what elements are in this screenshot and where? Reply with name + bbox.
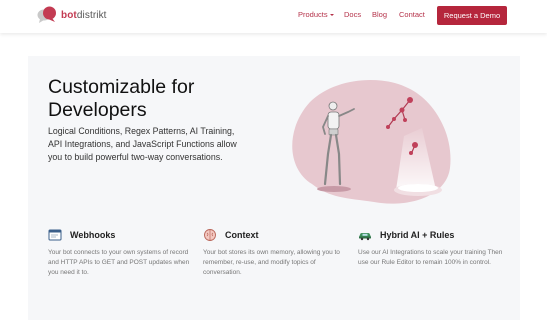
nav-products-label: Products	[298, 10, 328, 19]
brand-name-rest: distrikt	[76, 9, 107, 21]
nav-contact-link[interactable]: Contact	[399, 10, 425, 19]
browser-window-icon	[48, 228, 62, 242]
request-demo-button[interactable]: Request a Demo	[437, 6, 507, 25]
feature-context: Context Your bot stores its own memory, …	[203, 228, 353, 277]
hero-title-line2: Developers	[48, 99, 147, 121]
navbar: botdistrikt Products Docs Blog Contact R…	[0, 0, 547, 33]
feature-hybrid-ai-header: Hybrid AI + Rules	[358, 228, 508, 242]
feature-webhooks: Webhooks Your bot connects to your own s…	[48, 228, 198, 277]
feature-title: Hybrid AI + Rules	[380, 230, 455, 240]
feature-context-header: Context	[203, 228, 353, 242]
feature-description: Use our AI Integrations to scale your tr…	[358, 249, 503, 266]
brain-icon	[203, 228, 217, 242]
nav-products-dropdown[interactable]: Products	[298, 10, 334, 19]
hero-title-line1: Customizable for	[48, 76, 195, 98]
brand-name: botdistrikt	[61, 10, 107, 21]
feature-description: Your bot connects to your own systems of…	[48, 249, 190, 276]
hero-description: Logical Conditions, Regex Patterns, AI T…	[48, 126, 237, 163]
robot-platform-illustration	[292, 79, 451, 204]
logo-link[interactable]: botdistrikt	[36, 6, 107, 24]
feature-description: Your bot stores its own memory, allowing…	[203, 249, 340, 276]
feature-webhooks-header: Webhooks	[48, 228, 198, 242]
feature-title: Webhooks	[70, 230, 116, 240]
nav-docs-link[interactable]: Docs	[344, 10, 361, 19]
caret-down-icon	[329, 13, 334, 16]
feature-title: Context	[225, 230, 259, 240]
brand-name-bold: bot	[61, 9, 77, 21]
speech-bubbles-icon	[37, 6, 56, 23]
nav-blog-link[interactable]: Blog	[372, 10, 387, 19]
hero-title: Customizable for Developers	[48, 76, 248, 122]
car-icon	[358, 228, 372, 242]
feature-hybrid-ai: Hybrid AI + Rules Use our AI Integration…	[358, 228, 508, 268]
hero-section: Customizable for Developers Logical Cond…	[28, 56, 520, 320]
